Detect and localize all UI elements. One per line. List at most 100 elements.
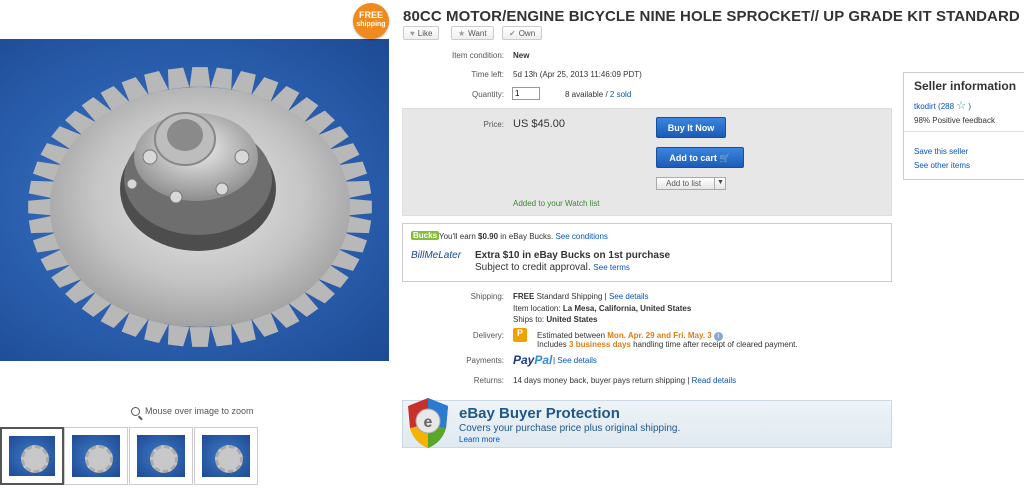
shipping-free: FREE [513,292,535,301]
item-location: Item location: La Mesa, California, Unit… [513,304,691,313]
shipping-see-details-link[interactable]: See details [609,292,649,301]
bucks-amount: $0.90 [478,232,499,241]
location-label: Item location: [513,304,561,313]
magnifier-icon [131,407,140,417]
sprocket-tooth [189,67,211,87]
payments-see-details-link[interactable]: See details [557,356,597,365]
bucks-text: You'll earn $0.90 in eBay Bucks. See con… [439,232,608,241]
promo-sub-text: Subject to credit approval. [475,262,591,273]
bucks-post: in eBay Bucks. [498,232,556,241]
buy-it-now-button[interactable]: Buy It Now [656,117,726,138]
business-days: 3 business days [569,340,631,349]
handling-time: Includes 3 business days handling time a… [537,340,798,349]
paypal-pal: Pal [534,353,553,367]
ships-to-label: Ships to: [513,315,545,324]
own-button[interactable]: ✔ Own [502,26,543,40]
svg-text:e: e [424,414,433,431]
watch-list-message: Added to your Watch list [513,199,600,208]
want-label: Want [468,29,487,38]
badge-line2: shipping [356,21,386,28]
price-value: US $45.00 [513,118,565,130]
delivery-label: Delivery: [472,331,504,340]
price-label: Price: [483,120,504,129]
condition-label: Item condition: [451,51,504,60]
estimate-dates: Mon. Apr. 29 and Fri. May. 3 [607,331,712,340]
shield-icon: e [408,398,448,448]
ships-to: Ships to: United States [513,315,598,324]
returns-text: 14 days money back, buyer pays return sh… [513,376,690,385]
see-terms-link[interactable]: See terms [593,263,629,272]
check-icon: ✔ [509,29,516,38]
free-shipping-badge: FREE shipping [353,3,389,39]
paypal-pay: Pay [513,353,535,367]
like-label: Like [417,29,433,38]
promo-subline: Subject to credit approval. See terms [475,262,630,273]
badge-line1: FREE [358,10,383,20]
star-icon: ★ [458,29,466,38]
availability: 8 available / 2 sold [565,90,631,99]
bill-me-later-logo: BillMeLater [411,250,462,261]
available-text: 8 available / [565,90,610,99]
returns-value: 14 days money back, buyer pays return sh… [513,376,736,385]
sprocket-tooth [210,324,233,347]
seller-name-row: tkodirt (288 ☆ ) [914,99,971,112]
main-product-image[interactable] [0,39,389,361]
heart-icon: ♥ [410,29,415,38]
cart-icon: 🛒 [719,153,731,163]
shipping-label: Shipping: [470,292,504,301]
protection-subtitle: Covers your purchase price plus original… [459,423,681,434]
thumbnail-1[interactable] [0,427,64,485]
paypal-logo: PayPal [513,353,552,367]
sprocket-tooth [28,198,53,216]
save-seller-link[interactable]: Save this seller [914,147,968,156]
want-button[interactable]: ★ Want [451,26,494,40]
sprocket-tooth [210,67,233,90]
handling-pre: Includes [537,340,570,349]
quantity-label: Quantity: [471,90,504,99]
quantity-input[interactable] [512,87,540,100]
sprocket-tooth [167,324,190,347]
returns-label: Returns: [473,376,504,385]
shipping-method: Standard Shipping | [536,292,607,301]
sprocket-tooth [347,198,372,216]
listing-title: 80CC MOTOR/ENGINE BICYCLE NINE HOLE SPRO… [403,8,1020,42]
thumbnail-2[interactable] [64,427,128,485]
thumbnail-4[interactable] [194,427,258,485]
condition-value: New [513,51,530,60]
see-conditions-link[interactable]: See conditions [555,232,607,241]
see-other-items-link[interactable]: See other items [914,161,970,170]
sprocket-image [28,67,372,347]
protection-title: eBay Buyer Protection [459,405,620,422]
sprocket-tooth [167,67,190,90]
time-left-label: Time left: [471,70,504,79]
learn-more-link[interactable]: Learn more [459,435,500,444]
bucks-pre: You'll earn [439,232,479,241]
add-to-cart-button[interactable]: Add to cart 🛒 [656,147,744,168]
location-value: La Mesa, California, United States [562,304,692,313]
like-button[interactable]: ♥ Like [403,26,440,40]
sold-link[interactable]: 2 sold [610,90,631,99]
read-details-link[interactable]: Read details [692,376,736,385]
delivery-icon: P [513,328,527,342]
estimate-pre: Estimated between [537,331,608,340]
seller-name-link[interactable]: tkodirt [914,102,936,111]
own-label: Own [518,29,536,38]
star-icon: ☆ [956,100,967,112]
promo-headline: Extra $10 in eBay Bucks on 1st purchase [475,250,671,261]
seller-score[interactable]: (288 [938,102,954,111]
sprocket-tooth [189,327,211,347]
zoom-hint-text: Mouse over image to zoom [145,406,254,416]
shipping-value: FREE Standard Shipping | See details [513,292,649,301]
time-left-value: 5d 13h (Apr 25, 2013 11:46:09 PDT) [513,70,642,79]
thumbnail-3[interactable] [129,427,193,485]
seller-score-close: ) [968,102,972,111]
handling-post: handling time after receipt of cleared p… [630,340,798,349]
chevron-down-icon[interactable]: ▼ [714,177,726,190]
divider [904,131,1024,132]
zoom-hint: Mouse over image to zoom [131,406,254,417]
seller-title: Seller information [914,79,1017,93]
ships-to-value: United States [546,315,598,324]
seller-feedback: 98% Positive feedback [914,116,995,125]
payments-details: | See details [553,356,597,365]
ebay-bucks-logo: Bucks [411,231,440,240]
